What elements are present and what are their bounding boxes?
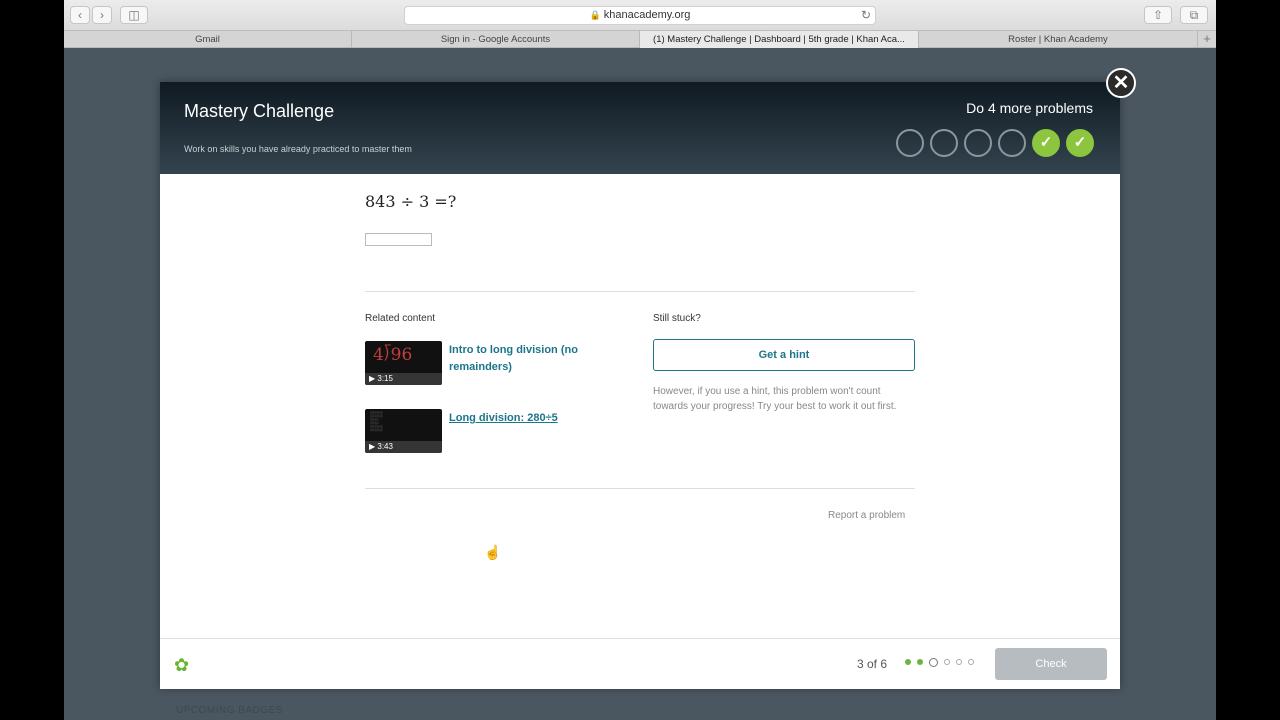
forward-button[interactable]: › [92,6,112,24]
video-duration: ▶ 3:15 [365,373,442,385]
get-hint-button[interactable]: Get a hint [653,339,915,371]
answer-input[interactable] [365,233,432,246]
problem-circle-empty [930,129,958,157]
checkmark-icon: ✓ [1066,129,1094,157]
progress-dot-todo [956,659,962,665]
address-bar[interactable]: 🔒 khanacademy.org ↻ [404,6,876,25]
checkmark-icon: ✓ [1032,129,1060,157]
khan-logo-icon: ✿ [174,655,190,675]
mastery-modal: Mastery Challenge Work on skills you hav… [160,82,1120,689]
tabs-overview-button[interactable]: ⧉ [1180,6,1208,24]
tab-mastery-challenge[interactable]: (1) Mastery Challenge | Dashboard | 5th … [640,31,919,48]
problem-circles: ✓ ✓ [890,129,1094,157]
modal-title: Mastery Challenge [184,101,335,121]
video-thumbnail[interactable]: 4⟌96 ▶ 3:15 [365,341,442,385]
still-stuck-heading: Still stuck? [653,313,701,324]
remaining-count: Do 4 more problems [966,100,1093,116]
progress-dot-done [905,659,911,665]
progress-dot-todo [968,659,974,665]
sidebar-icon: ◫ [128,8,140,22]
progress-dot-current [929,658,938,667]
sidebar-toggle-button[interactable]: ◫ [120,6,148,24]
browser-toolbar: ‹ › ◫ 🔒 khanacademy.org ↻ ⇧ ⧉ [64,0,1216,30]
tabs-icon: ⧉ [1189,8,1199,22]
progress-text: 3 of 6 [857,657,888,671]
problem-circle-empty [964,129,992,157]
back-button[interactable]: ‹ [70,6,90,24]
video-link[interactable]: Long division: 280÷5 [449,410,599,427]
related-content-heading: Related content [365,313,436,324]
problem-circle-empty [998,129,1026,157]
screen: ‹ › ◫ 🔒 khanacademy.org ↻ ⇧ ⧉ Gmail Sign … [64,0,1216,720]
divider [365,488,915,489]
lock-icon: 🔒 [589,10,601,20]
tab-google-signin[interactable]: Sign in - Google Accounts [352,31,640,48]
tab-roster[interactable]: Roster | Khan Academy [919,31,1198,48]
share-icon: ⇧ [1152,8,1164,22]
progress-dot-todo [944,659,950,665]
problem-circle-empty [896,129,924,157]
modal-header: Mastery Challenge Work on skills you hav… [160,82,1120,174]
thumbnail-art: 4⟌96 [373,345,413,365]
report-problem-link[interactable]: Report a problem [828,510,905,521]
video-link[interactable]: Intro to long division (no remainders) [449,342,599,376]
hand-cursor-icon: ☝ [484,544,502,560]
url-text: khanacademy.org [603,9,691,21]
reload-icon[interactable]: ↻ [861,7,871,24]
modal-subtitle: Work on skills you have already practice… [184,144,412,154]
hint-note: However, if you use a hint, this problem… [653,386,897,412]
question-text: 843 ÷ 3 =? [365,192,457,211]
upcoming-badges-label: UPCOMING BADGES [176,705,283,716]
progress-dots [905,658,980,669]
check-button[interactable]: Check [995,648,1107,680]
modal-footer: ✿ 3 of 6 Check [160,638,1120,689]
share-button[interactable]: ⇧ [1144,6,1172,24]
progress-dot-done [917,659,923,665]
thumbnail-art: ░░░ ░░ ░░░ [370,412,383,432]
video-duration: ▶ 3:43 [365,441,442,453]
divider [365,291,915,292]
tab-bar: Gmail Sign in - Google Accounts (1) Mast… [64,30,1216,48]
close-icon[interactable]: ✕ [1106,68,1136,98]
video-thumbnail[interactable]: ░░░ ░░ ░░░ ▶ 3:43 [365,409,442,453]
tab-gmail[interactable]: Gmail [64,31,352,48]
new-tab-icon[interactable]: + [1198,31,1216,48]
